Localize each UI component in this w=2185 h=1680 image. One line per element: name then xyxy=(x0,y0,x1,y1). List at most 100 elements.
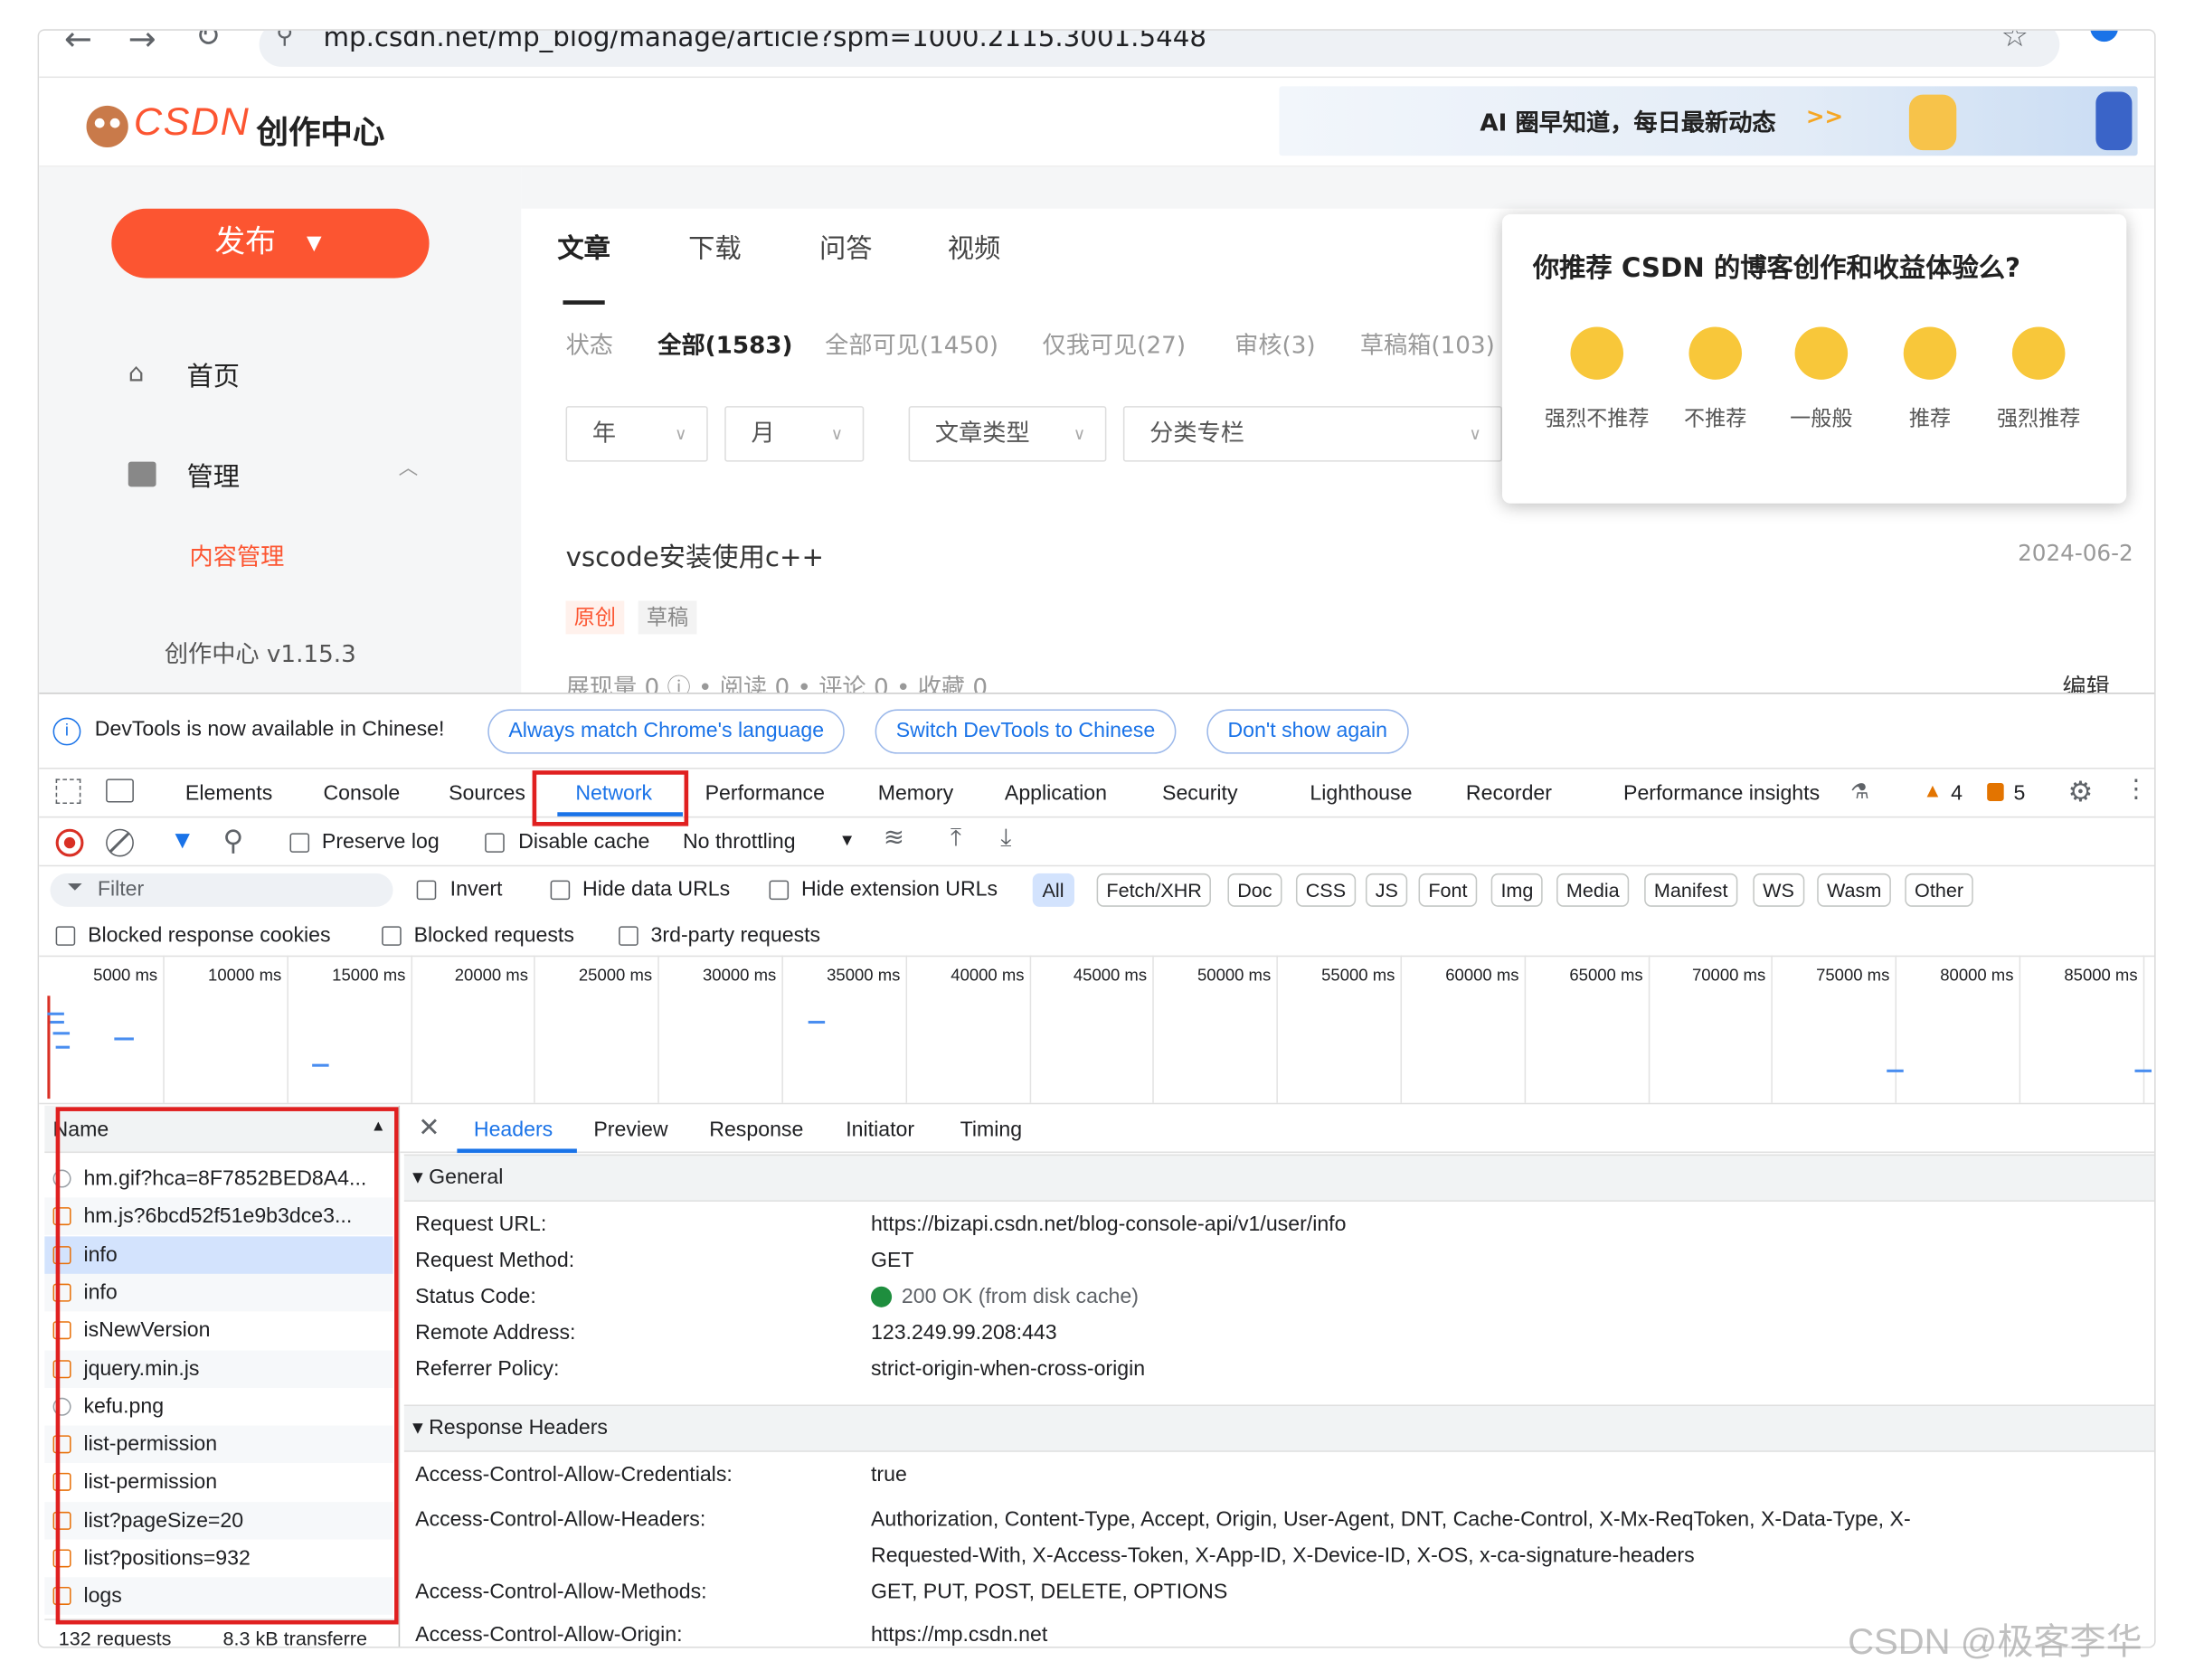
neutral-face-icon[interactable] xyxy=(1794,326,1849,380)
type-manifest[interactable]: Manifest xyxy=(1644,873,1738,907)
type-media[interactable]: Media xyxy=(1556,873,1630,907)
throttling-select[interactable]: No throttling xyxy=(683,830,796,854)
nav-home[interactable]: 首页 xyxy=(186,356,240,394)
publish-button[interactable]: 发布 ▼ xyxy=(111,208,430,278)
switch-chinese-button[interactable]: Switch DevTools to Chinese xyxy=(875,709,1177,754)
profile-icon[interactable] xyxy=(2090,30,2119,42)
type-img[interactable]: Img xyxy=(1490,873,1544,907)
chevron-up-icon[interactable]: ︿ xyxy=(399,453,419,481)
caret-down-icon[interactable]: ▼ xyxy=(839,830,856,850)
issue-icon[interactable] xyxy=(1987,782,2004,801)
clear-icon[interactable] xyxy=(106,828,134,857)
forward-icon[interactable]: → xyxy=(128,31,156,59)
reload-icon[interactable]: ↻ xyxy=(195,31,221,54)
blocked-requests-checkbox[interactable] xyxy=(382,926,402,946)
third-party-checkbox[interactable] xyxy=(619,926,638,946)
tab-performance[interactable]: Performance xyxy=(705,781,825,805)
laugh-face-icon[interactable] xyxy=(2011,326,2066,380)
record-icon[interactable] xyxy=(55,828,84,857)
timeline-gridline xyxy=(287,955,288,1103)
invert-checkbox[interactable] xyxy=(416,880,437,901)
download-icon[interactable]: ⤓ xyxy=(1000,824,1011,853)
annotation-network-box xyxy=(532,770,689,826)
type-font[interactable]: Font xyxy=(1418,873,1478,907)
disable-cache-checkbox[interactable] xyxy=(485,833,505,853)
hide-ext-checkbox[interactable] xyxy=(769,880,790,901)
chevron-down-icon: ∨ xyxy=(830,424,844,444)
type-ws[interactable]: WS xyxy=(1753,873,1804,907)
tab-security[interactable]: Security xyxy=(1162,781,1237,805)
filter-all[interactable]: 全部(1583) xyxy=(657,326,792,361)
blocked-cookies-checkbox[interactable] xyxy=(55,926,76,946)
nav-manage[interactable]: 管理 xyxy=(186,456,240,494)
issue-count[interactable]: 5 xyxy=(2013,781,2025,805)
tab-response[interactable]: Response xyxy=(709,1118,803,1142)
month-select[interactable]: 月 ∨ xyxy=(724,406,865,462)
divider xyxy=(39,955,2155,958)
tab-console[interactable]: Console xyxy=(323,781,400,805)
upload-icon[interactable]: ⤒ xyxy=(951,824,961,853)
type-js[interactable]: JS xyxy=(1365,873,1408,907)
article-title[interactable]: vscode安装使用c++ xyxy=(566,537,824,575)
dont-show-button[interactable]: Don't show again xyxy=(1206,709,1409,754)
tab-elements[interactable]: Elements xyxy=(185,781,272,805)
filter-public[interactable]: 全部可见(1450) xyxy=(825,326,998,361)
device-toolbar-icon[interactable] xyxy=(106,779,134,803)
tab-video[interactable]: 视频 xyxy=(948,228,1001,266)
split-divider[interactable] xyxy=(398,1105,401,1647)
type-doc[interactable]: Doc xyxy=(1227,873,1282,907)
nav-content[interactable]: 内容管理 xyxy=(190,537,285,571)
inspect-element-icon[interactable] xyxy=(55,779,81,805)
option-neutral[interactable]: 一般般 xyxy=(1758,403,1884,432)
tab-headers[interactable]: Headers xyxy=(474,1118,553,1142)
angry-face-icon[interactable] xyxy=(1570,326,1624,380)
type-fetch-xhr[interactable]: Fetch/XHR xyxy=(1096,873,1212,907)
close-icon[interactable]: ✕ xyxy=(418,1112,440,1144)
tab-performance-insights[interactable]: Performance insights xyxy=(1623,781,1820,805)
type-css[interactable]: CSS xyxy=(1295,873,1356,907)
unsure-face-icon[interactable] xyxy=(1688,326,1742,380)
year-select[interactable]: 年 ∨ xyxy=(565,406,708,462)
network-conditions-icon[interactable]: ≋ xyxy=(884,824,904,853)
tab-recorder[interactable]: Recorder xyxy=(1466,781,1552,805)
option-strong-no[interactable]: 强烈不推荐 xyxy=(1534,403,1660,432)
tab-initiator[interactable]: Initiator xyxy=(846,1118,914,1142)
filter-private[interactable]: 仅我可见(27) xyxy=(1043,326,1187,361)
more-vert-icon[interactable]: ⋮ xyxy=(2124,775,2149,804)
site-info-icon[interactable]: ⚲ xyxy=(276,31,293,51)
back-icon[interactable]: ← xyxy=(64,31,92,59)
warning-icon[interactable]: ▲ xyxy=(1923,779,1942,801)
tab-download[interactable]: 下载 xyxy=(688,228,742,266)
hide-data-checkbox[interactable] xyxy=(550,880,571,901)
match-language-button[interactable]: Always match Chrome's language xyxy=(487,709,846,754)
bookmark-star-icon[interactable]: ☆ xyxy=(2001,31,2029,54)
divider xyxy=(39,1102,2155,1105)
smile-face-icon[interactable] xyxy=(1903,326,1957,380)
tab-timing[interactable]: Timing xyxy=(960,1118,1022,1142)
tab-lighthouse[interactable]: Lighthouse xyxy=(1310,781,1412,805)
tab-preview[interactable]: Preview xyxy=(593,1118,667,1142)
column-select[interactable]: 分类专栏 ∨ xyxy=(1122,406,1502,462)
type-wasm[interactable]: Wasm xyxy=(1817,873,1892,907)
warning-count[interactable]: 4 xyxy=(1951,781,1963,805)
response-headers-section-header[interactable]: ▾ Response Headers xyxy=(403,1404,2155,1452)
type-all[interactable]: All xyxy=(1032,873,1074,907)
type-other[interactable]: Other xyxy=(1905,873,1973,907)
option-strong-yes[interactable]: 强烈推荐 xyxy=(1976,403,2102,432)
tab-qa[interactable]: 问答 xyxy=(819,228,873,266)
type-select[interactable]: 文章类型 ∨ xyxy=(908,406,1107,462)
csdn-logo[interactable]: CSDN xyxy=(134,100,250,145)
filter-draft[interactable]: 草稿箱(103) xyxy=(1360,326,1495,361)
general-section-header[interactable]: ▾ General xyxy=(403,1154,2155,1202)
tab-article[interactable]: 文章 xyxy=(557,228,610,266)
settings-gear-icon[interactable]: ⚙ xyxy=(2068,775,2094,809)
option-yes[interactable]: 推荐 xyxy=(1868,403,1993,432)
preserve-log-checkbox[interactable] xyxy=(289,833,310,853)
tab-sources[interactable]: Sources xyxy=(449,781,525,805)
filter-review[interactable]: 审核(3) xyxy=(1234,326,1316,361)
tab-application[interactable]: Application xyxy=(1005,781,1107,805)
filter-funnel-icon[interactable]: ▼ xyxy=(170,826,194,855)
search-icon[interactable]: ⚲ xyxy=(223,824,244,858)
tab-memory[interactable]: Memory xyxy=(878,781,953,805)
ai-banner[interactable]: AI 圈早知道，每日最新动态 >> xyxy=(1279,86,2138,156)
